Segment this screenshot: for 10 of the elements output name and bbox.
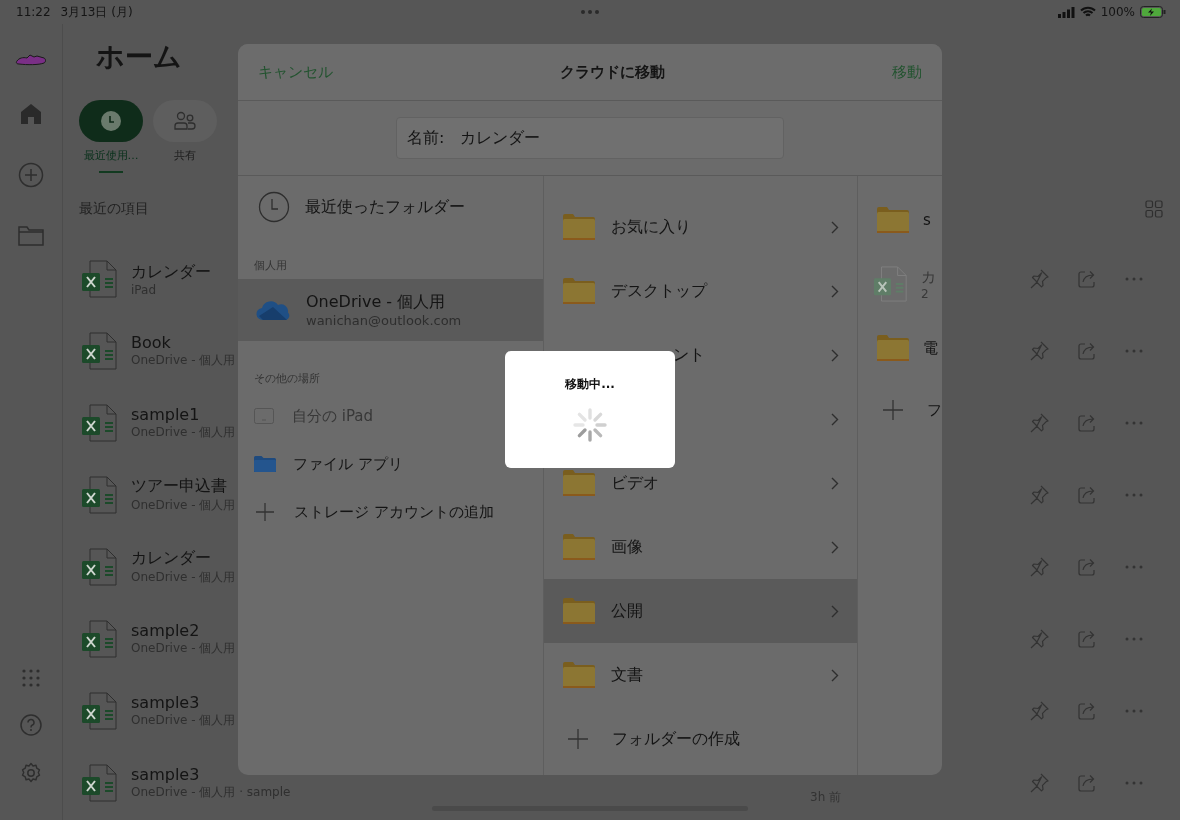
dialog-title: クラウドに移動 bbox=[560, 62, 665, 82]
preview-item-label: s bbox=[923, 211, 931, 229]
page-title: ホーム bbox=[96, 39, 182, 75]
preview-item-label: フ bbox=[927, 400, 942, 420]
filter-label: 最近使用… bbox=[83, 148, 139, 163]
status-time: 11:22 bbox=[16, 5, 51, 19]
status-date: 3月13日 (月) bbox=[60, 3, 133, 21]
preview-item-label: 電 bbox=[923, 338, 938, 358]
progress-message: 移動中... bbox=[565, 376, 615, 393]
battery-percent: 100% bbox=[1100, 5, 1135, 19]
